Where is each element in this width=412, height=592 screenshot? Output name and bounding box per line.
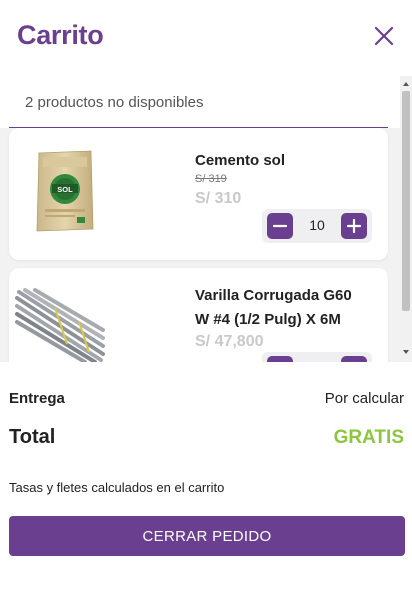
unavailable-text: 2 productos no disponibles xyxy=(25,94,204,111)
product-price: S/ 310 xyxy=(195,190,242,207)
product-name[interactable]: Varilla Corrugada G60 W #4 (1/2 Pulg) X … xyxy=(195,284,352,332)
product-name-line2: W #4 (1/2 Pulg) X 6M xyxy=(195,311,341,328)
product-name[interactable]: Cemento sol xyxy=(195,149,285,173)
cart-items-list[interactable]: 2 productos no disponibles SOL Cemento s… xyxy=(0,76,412,362)
scrollbar-thumb[interactable] xyxy=(402,91,410,311)
quantity-value[interactable]: 10 xyxy=(298,217,336,233)
quantity-stepper: 10 xyxy=(262,209,372,243)
scroll-down-arrow-icon[interactable] xyxy=(403,350,409,354)
rebar-bundle-icon xyxy=(15,288,105,362)
svg-text:SOL: SOL xyxy=(57,185,73,194)
minus-icon xyxy=(272,224,288,228)
page-title: Carrito xyxy=(17,20,104,50)
close-icon xyxy=(374,26,394,46)
quantity-stepper xyxy=(262,352,372,362)
unavailable-notice: 2 productos no disponibles xyxy=(0,76,400,128)
close-button[interactable] xyxy=(372,24,396,48)
total-label: Total xyxy=(9,426,56,448)
cart-header: Carrito xyxy=(0,0,412,76)
cart-item-cemento-sol: SOL Cemento sol S/ 319 S/ 310 10 xyxy=(9,128,388,260)
order-summary: Entrega Por calcular Total GRATIS Tasas … xyxy=(0,362,412,592)
product-name-line1: Varilla Corrugada G60 xyxy=(195,287,352,304)
entrega-label: Entrega xyxy=(9,390,65,407)
plus-icon xyxy=(346,218,362,234)
tasas-note: Tasas y fletes calculados en el carrito xyxy=(9,480,225,495)
decrease-quantity-button[interactable] xyxy=(267,213,293,239)
scrollbar[interactable] xyxy=(400,76,412,362)
entrega-value: Por calcular xyxy=(324,390,404,407)
total-value: GRATIS xyxy=(333,427,404,448)
cement-bag-icon: SOL xyxy=(36,150,94,232)
old-price: S/ 319 xyxy=(195,173,227,185)
checkout-button[interactable]: CERRAR PEDIDO xyxy=(9,516,405,556)
scroll-up-arrow-icon[interactable] xyxy=(403,82,409,86)
increase-quantity-button[interactable] xyxy=(341,213,367,239)
product-price: S/ 47,800 xyxy=(195,333,264,350)
cart-item-varilla: Varilla Corrugada G60 W #4 (1/2 Pulg) X … xyxy=(9,268,388,362)
